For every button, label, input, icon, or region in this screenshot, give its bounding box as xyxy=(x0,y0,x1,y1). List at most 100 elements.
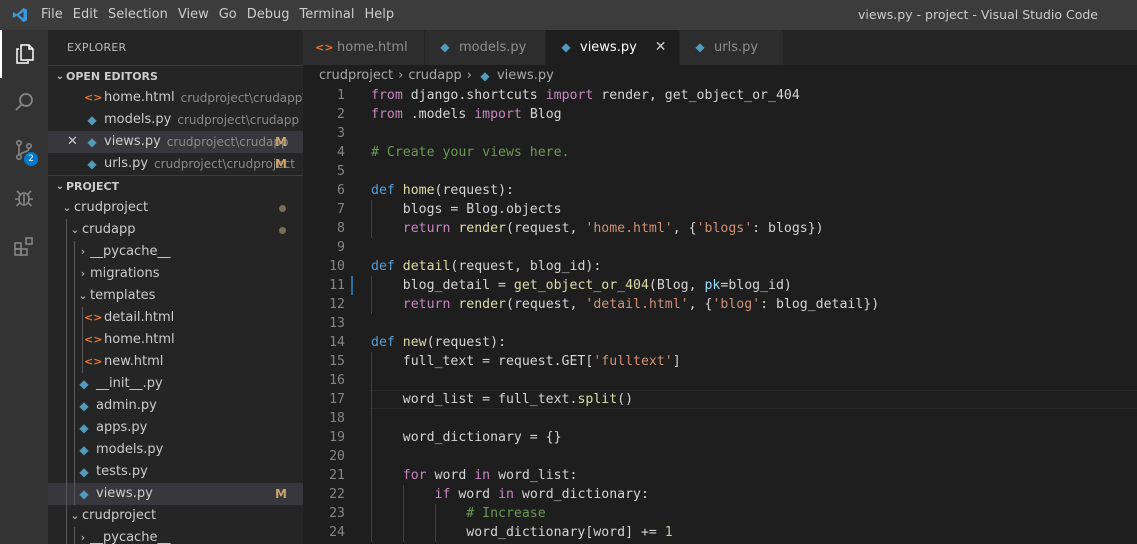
code-text: word_list = full_text.split() xyxy=(371,392,634,407)
title-bar: File Edit Selection View Go Debug Termin… xyxy=(0,0,1137,30)
file-item[interactable]: <> detail.html xyxy=(48,307,303,329)
folder-item[interactable]: ⌄ crudproject xyxy=(48,505,303,527)
code-line: 6 def home(request): xyxy=(303,181,1137,200)
file-item[interactable]: ◆ tests.py xyxy=(48,461,303,483)
file-item[interactable]: ◆ views.py M xyxy=(48,483,303,505)
tab-label: urls.py xyxy=(714,40,759,55)
breadcrumb-item[interactable]: views.py xyxy=(497,65,554,87)
chevron-down-icon: ⌄ xyxy=(55,70,65,82)
line-number: 23 xyxy=(329,506,345,521)
modified-badge: M xyxy=(275,487,287,501)
indent-guide xyxy=(74,461,75,483)
open-editor-item[interactable]: ◆ models.py crudproject\crudapp xyxy=(48,109,303,131)
item-name: migrations xyxy=(90,266,160,281)
diff-indicator xyxy=(351,276,353,295)
folder-item[interactable]: ⌄ crudapp xyxy=(48,219,303,241)
folder-item[interactable]: › __pycache__ xyxy=(48,527,303,544)
code-line: 19 word_dictionary = {} xyxy=(303,428,1137,447)
code-line: 10 def detail(request, blog_id): xyxy=(303,257,1137,276)
file-item[interactable]: ◆ __init__.py xyxy=(48,373,303,395)
indent-guide xyxy=(74,241,75,263)
breadcrumb-item[interactable]: crudapp xyxy=(408,65,461,87)
scm-badge: 2 xyxy=(24,152,38,166)
line-number: 10 xyxy=(329,259,345,274)
code-text: from .models import Blog xyxy=(371,107,562,122)
chevron-right-icon: › xyxy=(80,531,86,544)
file-name: home.html xyxy=(104,90,175,105)
folder-item[interactable]: › __pycache__ xyxy=(48,241,303,263)
code-line: 12 return render(request, 'detail.html',… xyxy=(303,295,1137,314)
code-text: if word in word_dictionary: xyxy=(434,487,649,502)
open-editor-item[interactable]: ✕ ◆ views.py crudproject\crudapp M xyxy=(48,131,303,153)
indent-guide xyxy=(66,483,67,505)
tab-models-py[interactable]: ◆ models.py xyxy=(425,30,546,65)
code-line: 9 xyxy=(303,238,1137,257)
chevron-down-icon: ⌄ xyxy=(70,509,80,522)
file-item[interactable]: <> home.html xyxy=(48,329,303,351)
explorer-icon[interactable] xyxy=(0,30,48,78)
line-number: 2 xyxy=(337,107,345,122)
close-icon[interactable]: ✕ xyxy=(655,30,667,65)
tab-label: home.html xyxy=(337,40,408,55)
item-name: templates xyxy=(90,288,156,303)
open-editors-header[interactable]: ⌄ OPEN EDITORS xyxy=(48,65,303,87)
activity-bar: 2 xyxy=(0,30,48,544)
html-icon: <> xyxy=(315,41,334,54)
html-icon: <> xyxy=(84,311,103,324)
item-name: __pycache__ xyxy=(90,530,171,544)
tab-views-py[interactable]: ◆ views.py ✕ xyxy=(546,30,680,65)
python-icon: ◆ xyxy=(87,135,97,149)
code-line: 16 xyxy=(303,371,1137,390)
indent-guide xyxy=(66,461,67,483)
code-line: 24 word_dictionary[word] += 1 xyxy=(303,523,1137,542)
code-editor[interactable]: 1 from django.shortcuts import render, ge… xyxy=(303,86,1137,544)
tab-urls-py[interactable]: ◆ urls.py xyxy=(680,30,784,65)
code-text: word_dictionary = {} xyxy=(371,430,562,445)
line-number: 9 xyxy=(337,240,345,255)
python-icon: ◆ xyxy=(695,40,705,54)
open-editor-item[interactable]: ◆ urls.py crudproject\crudproject M xyxy=(48,153,303,175)
menu-selection[interactable]: Selection xyxy=(108,0,177,30)
folder-item[interactable]: ⌄ templates xyxy=(48,285,303,307)
breadcrumb-item[interactable]: crudproject xyxy=(319,65,393,87)
source-control-icon[interactable]: 2 xyxy=(0,126,48,174)
file-item[interactable]: <> new.html xyxy=(48,351,303,373)
modified-dot xyxy=(279,205,286,212)
folder-item[interactable]: ⌄ crudproject xyxy=(48,197,303,219)
file-item[interactable]: ◆ models.py xyxy=(48,439,303,461)
indent-guide xyxy=(74,285,75,307)
python-icon: ◆ xyxy=(561,40,571,54)
file-item[interactable]: ◆ admin.py xyxy=(48,395,303,417)
line-number: 21 xyxy=(329,468,345,483)
code-line: 5 xyxy=(303,162,1137,181)
extensions-icon[interactable] xyxy=(0,222,48,270)
indent-guide xyxy=(74,263,75,285)
menu-file[interactable]: File xyxy=(41,0,72,30)
item-name: tests.py xyxy=(96,464,148,479)
open-editor-item[interactable]: <>home.html crudproject\crudapp\te... xyxy=(48,87,303,109)
code-line: 23 # Increase xyxy=(303,504,1137,523)
file-item[interactable]: ◆ apps.py xyxy=(48,417,303,439)
code-line: 21 for word in word_list: xyxy=(303,466,1137,485)
menu-help[interactable]: Help xyxy=(364,0,403,30)
menu-terminal[interactable]: Terminal xyxy=(300,0,364,30)
search-icon[interactable] xyxy=(0,78,48,126)
indent-guide xyxy=(74,373,75,395)
line-number: 24 xyxy=(329,525,345,540)
chevron-down-icon: ⌄ xyxy=(78,289,88,302)
project-header[interactable]: ⌄ PROJECT xyxy=(48,175,303,197)
menu-edit[interactable]: Edit xyxy=(73,0,107,30)
debug-icon[interactable] xyxy=(0,174,48,222)
line-number: 1 xyxy=(337,88,345,103)
menu-go[interactable]: Go xyxy=(219,0,246,30)
folder-item[interactable]: › migrations xyxy=(48,263,303,285)
menu-debug[interactable]: Debug xyxy=(247,0,299,30)
indent-guide xyxy=(371,447,372,466)
indent-guide xyxy=(74,483,75,505)
menu-view[interactable]: View xyxy=(178,0,218,30)
line-number: 15 xyxy=(329,354,345,369)
close-icon[interactable]: ✕ xyxy=(67,131,78,153)
tab-home-html[interactable]: <> home.html xyxy=(303,30,425,65)
line-number: 6 xyxy=(337,183,345,198)
indent-guide xyxy=(371,409,372,428)
